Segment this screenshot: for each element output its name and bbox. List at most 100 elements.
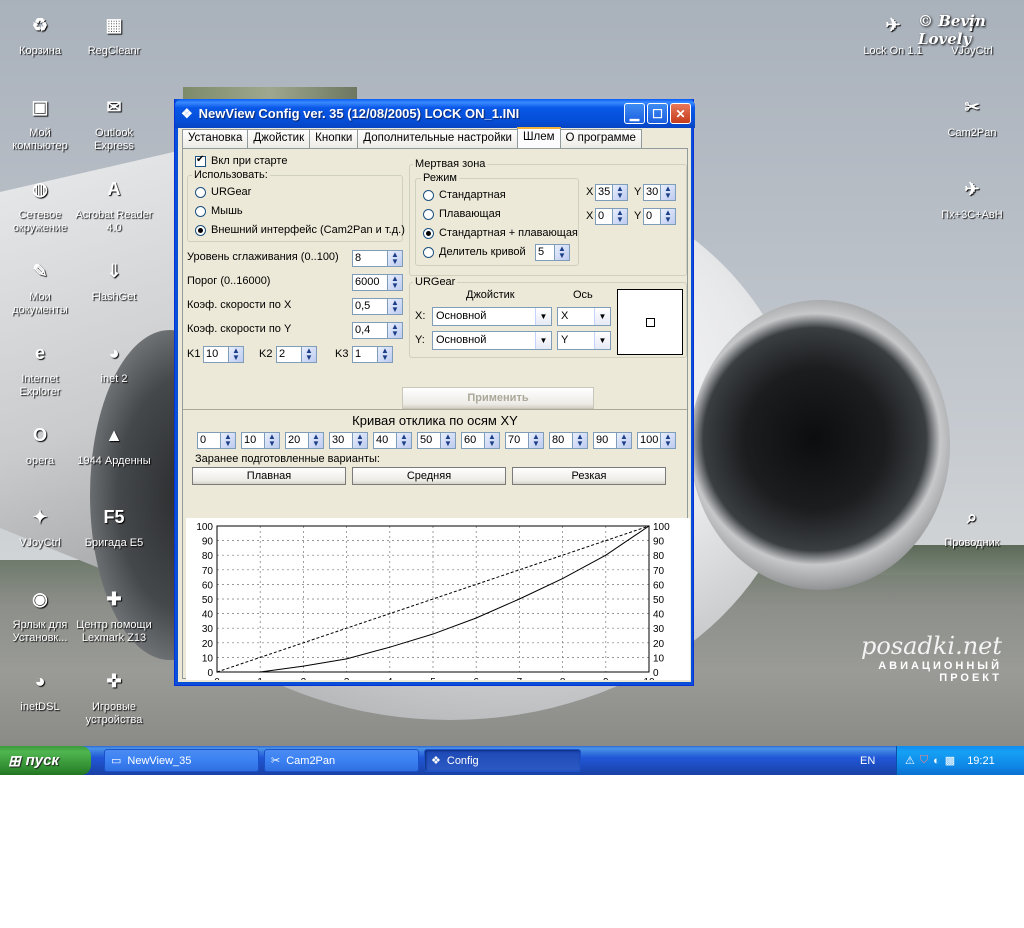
mode-standard[interactable]: Стандартная (423, 189, 506, 201)
threshold-value[interactable]: 6000 (352, 274, 388, 291)
radio-divider[interactable] (423, 246, 434, 258)
speed-x-spinner[interactable]: 0,5 ▲ ▼ (352, 298, 403, 315)
left-icon-11[interactable]: ▲ 1944 Арденны (74, 418, 154, 468)
tab-buttons[interactable]: Кнопки (309, 129, 359, 148)
divider-spinner[interactable]: 5 ▲ ▼ (535, 244, 570, 261)
curve-point-spinner[interactable]: 60 ▲ ▼ (461, 432, 500, 449)
radio-standard[interactable] (423, 189, 434, 201)
deadzone-y2-value[interactable]: 0 (643, 208, 661, 225)
left-icon-4[interactable]: ◍ Сетевое окружение (0, 172, 80, 235)
urgear-x-joystick-select[interactable]: Основной ▼ (432, 307, 552, 326)
minimize-button[interactable]: ▁ (624, 103, 645, 124)
curve-point-value[interactable]: 50 (417, 432, 441, 449)
spin-arrows-icon[interactable]: ▲ ▼ (388, 298, 403, 315)
left-icon-2[interactable]: ▣ Мой компьютер (0, 90, 80, 153)
spin-arrows-icon[interactable]: ▲ ▼ (221, 432, 236, 449)
curve-point-spinner[interactable]: 50 ▲ ▼ (417, 432, 456, 449)
urgear-y-joystick-select[interactable]: Основной ▼ (432, 331, 552, 350)
curve-point-value[interactable]: 90 (593, 432, 617, 449)
task-config[interactable]: ❖ Config (424, 749, 581, 772)
spin-arrows-icon[interactable]: ▲ ▼ (613, 184, 628, 201)
deadzone-x1-value[interactable]: 35 (595, 184, 613, 201)
start-button[interactable]: ⊞ пуск (0, 746, 91, 775)
curve-point-spinner[interactable]: 20 ▲ ▼ (285, 432, 324, 449)
spin-arrows-icon[interactable]: ▲ ▼ (661, 184, 676, 201)
radio-urgear[interactable] (195, 186, 206, 198)
tab-about[interactable]: О программе (559, 129, 642, 148)
left-icon-12[interactable]: ✦ VJoyCtrl (0, 500, 80, 550)
spin-arrows-icon[interactable]: ▲ ▼ (265, 432, 280, 449)
k3-spinner[interactable]: 1 ▲ ▼ (352, 346, 393, 363)
speed-y-spinner[interactable]: 0,4 ▲ ▼ (352, 322, 403, 339)
curve-point-spinner[interactable]: 90 ▲ ▼ (593, 432, 632, 449)
curve-point-spinner[interactable]: 10 ▲ ▼ (241, 432, 280, 449)
k1-spinner[interactable]: 10 ▲ ▼ (203, 346, 244, 363)
preset-sharp-button[interactable]: Резкая (512, 467, 666, 485)
k1-value[interactable]: 10 (203, 346, 229, 363)
use-option-mouse[interactable]: Мышь (195, 205, 243, 217)
left-icon-16[interactable]: ◕ inetDSL (0, 664, 80, 714)
spin-arrows-icon[interactable]: ▲ ▼ (388, 250, 403, 267)
left-icon-8[interactable]: e Internet Explorer (0, 336, 80, 399)
spin-arrows-icon[interactable]: ▲ ▼ (529, 432, 544, 449)
close-button[interactable]: ✕ (670, 103, 691, 124)
maximize-button[interactable]: ☐ (647, 103, 668, 124)
deadzone-x1-spinner[interactable]: 35 ▲ ▼ (595, 184, 628, 201)
startup-checkbox-row[interactable]: Вкл при старте (195, 154, 287, 167)
urgear-x-axis-select[interactable]: X ▼ (557, 307, 611, 326)
right-icon-3[interactable]: ✈ Пх+3С+АвН (932, 172, 1012, 222)
left-icon-3[interactable]: ✉ Outlook Express (74, 90, 154, 153)
chevron-down-icon[interactable]: ▼ (594, 332, 610, 349)
curve-point-value[interactable]: 20 (285, 432, 309, 449)
left-icon-1[interactable]: ▦ RegCleanr (74, 8, 154, 58)
curve-point-value[interactable]: 30 (329, 432, 353, 449)
radio-standard-floating[interactable] (423, 227, 434, 239)
curve-point-value[interactable]: 80 (549, 432, 573, 449)
spin-arrows-icon[interactable]: ▲ ▼ (302, 346, 317, 363)
preset-medium-button[interactable]: Средняя (352, 467, 506, 485)
curve-point-value[interactable]: 100 (637, 432, 661, 449)
chevron-down-icon[interactable]: ▼ (535, 332, 551, 349)
curve-point-spinner[interactable]: 100 ▲ ▼ (637, 432, 676, 449)
right-icon-4[interactable]: ⌕ Проводник (932, 500, 1012, 550)
spin-arrows-icon[interactable]: ▲ ▼ (397, 432, 412, 449)
deadzone-y2-spinner[interactable]: 0 ▲ ▼ (643, 208, 676, 225)
left-icon-15[interactable]: ✚ Центр помощи Lexmark Z13 (74, 582, 154, 645)
spin-arrows-icon[interactable]: ▲ ▼ (388, 274, 403, 291)
deadzone-y1-value[interactable]: 30 (643, 184, 661, 201)
divider-value[interactable]: 5 (535, 244, 555, 261)
spin-arrows-icon[interactable]: ▲ ▼ (485, 432, 500, 449)
mode-divider[interactable]: Делитель кривой (423, 246, 526, 258)
deadzone-x2-spinner[interactable]: 0 ▲ ▼ (595, 208, 628, 225)
curve-point-spinner[interactable]: 40 ▲ ▼ (373, 432, 412, 449)
radio-floating[interactable] (423, 208, 434, 220)
apply-button[interactable]: Применить (402, 387, 594, 409)
curve-point-value[interactable]: 70 (505, 432, 529, 449)
speaker-icon[interactable]: ◐ (933, 755, 940, 767)
spin-arrows-icon[interactable]: ▲ ▼ (441, 432, 456, 449)
mode-standard-floating[interactable]: Стандартная + плавающая (423, 227, 578, 239)
speed-y-value[interactable]: 0,4 (352, 322, 388, 339)
spin-arrows-icon[interactable]: ▲ ▼ (378, 346, 393, 363)
warning-icon[interactable]: ⚠ (905, 754, 915, 767)
startup-checkbox[interactable] (195, 154, 206, 167)
language-indicator[interactable]: EN (860, 746, 875, 775)
speed-x-value[interactable]: 0,5 (352, 298, 388, 315)
spin-arrows-icon[interactable]: ▲ ▼ (613, 208, 628, 225)
mode-floating[interactable]: Плавающая (423, 208, 501, 220)
curve-point-spinner[interactable]: 70 ▲ ▼ (505, 432, 544, 449)
left-icon-6[interactable]: ✎ Мои документы (0, 254, 80, 317)
left-icon-0[interactable]: ♻ Корзина (0, 8, 80, 58)
threshold-spinner[interactable]: 6000 ▲ ▼ (352, 274, 403, 291)
spin-arrows-icon[interactable]: ▲ ▼ (555, 244, 570, 261)
k2-value[interactable]: 2 (276, 346, 302, 363)
preset-smooth-button[interactable]: Плавная (192, 467, 346, 485)
curve-point-value[interactable]: 0 (197, 432, 221, 449)
tab-setup[interactable]: Установка (182, 129, 249, 148)
curve-point-spinner[interactable]: 30 ▲ ▼ (329, 432, 368, 449)
curve-point-value[interactable]: 40 (373, 432, 397, 449)
deadzone-y1-spinner[interactable]: 30 ▲ ▼ (643, 184, 676, 201)
left-icon-14[interactable]: ◉ Ярлык для Установк... (0, 582, 80, 645)
clock[interactable]: 19:21 (967, 755, 995, 767)
use-option-urgear[interactable]: URGear (195, 186, 251, 198)
